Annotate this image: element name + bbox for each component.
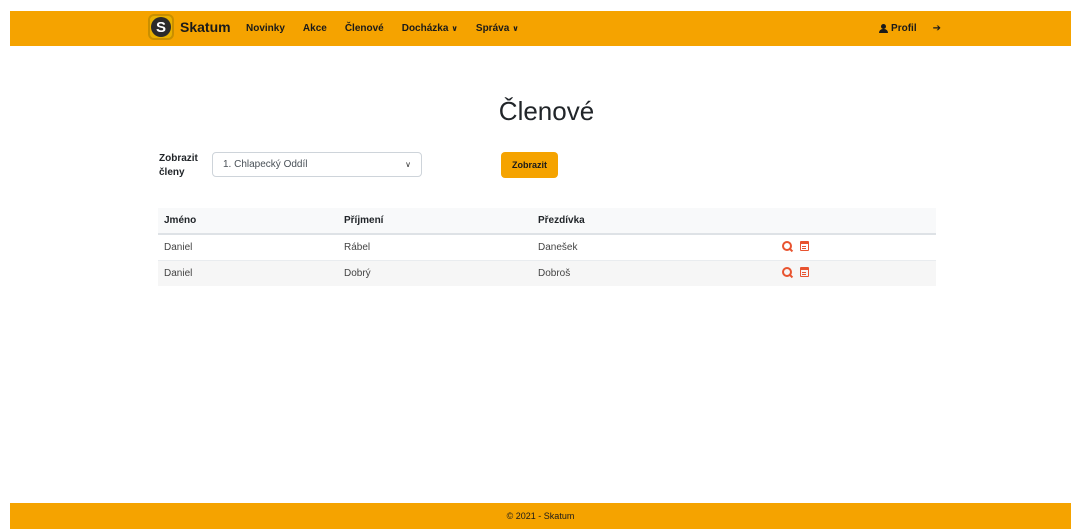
nav-item-label: Správa: [475, 23, 510, 34]
nav-item-clenove[interactable]: Členové: [345, 23, 384, 34]
nav-item-sprava[interactable]: Správa ∨: [476, 23, 519, 34]
nav-item-dochazka[interactable]: Docházka ∨: [402, 23, 458, 34]
members-table: Jméno Příjmení Přezdívka Daniel Rábel Da…: [158, 208, 936, 286]
calendar-icon[interactable]: [800, 241, 809, 251]
cell-last-name: Dobrý: [338, 260, 532, 286]
cell-actions: [776, 260, 936, 286]
nav-right: Profil ➔: [879, 11, 941, 46]
top-navbar: S Skatum Novinky Akce Členové Docházka ∨ …: [10, 11, 1071, 46]
search-icon[interactable]: [782, 240, 793, 252]
nav-item-akce[interactable]: Akce: [303, 23, 327, 34]
brand[interactable]: S Skatum: [148, 14, 231, 40]
footer-text: © 2021 - Skatum: [506, 511, 575, 521]
nav-links: Novinky Akce Členové Docházka ∨ Správa ∨: [246, 11, 537, 46]
group-select[interactable]: 1. Chlapecký Oddíl ∨: [212, 152, 422, 177]
group-select-value: 1. Chlapecký Oddíl: [223, 159, 308, 170]
user-icon: [879, 24, 889, 33]
nav-item-label: Docházka: [401, 23, 449, 34]
show-button[interactable]: Zobrazit: [501, 152, 558, 178]
nav-item-label: Členové: [344, 23, 384, 34]
column-header[interactable]: Přezdívka: [532, 208, 776, 235]
table-row: Daniel Dobrý Dobroš: [158, 260, 936, 286]
calendar-icon[interactable]: [800, 267, 809, 277]
brand-name[interactable]: Skatum: [180, 19, 231, 35]
table-row: Daniel Rábel Danešek: [158, 233, 936, 261]
logo-icon: S: [148, 14, 174, 40]
chevron-down-icon: ∨: [405, 160, 411, 169]
profile-link[interactable]: Profil: [879, 23, 917, 34]
table-header-row: Jméno Příjmení Přezdívka: [158, 208, 936, 235]
filter-label: Zobrazit členy: [159, 153, 198, 178]
nav-item-novinky[interactable]: Novinky: [246, 23, 285, 34]
sign-out-icon[interactable]: ➔: [933, 23, 941, 34]
chevron-down-icon: ∨: [512, 24, 519, 33]
cell-nickname: Danešek: [532, 233, 776, 261]
cell-first-name: Daniel: [158, 233, 338, 261]
footer: © 2021 - Skatum: [10, 503, 1071, 529]
cell-first-name: Daniel: [158, 260, 338, 286]
column-header[interactable]: Příjmení: [338, 208, 532, 235]
nav-item-label: Akce: [302, 23, 327, 34]
chevron-down-icon: ∨: [451, 24, 458, 33]
profile-label: Profil: [891, 23, 917, 34]
column-header[interactable]: Jméno: [158, 208, 338, 235]
cell-nickname: Dobroš: [532, 260, 776, 286]
search-icon[interactable]: [782, 266, 793, 278]
page-title: Členové: [498, 96, 595, 126]
cell-actions: [776, 233, 936, 261]
cell-last-name: Rábel: [338, 233, 532, 261]
column-header: [776, 208, 936, 235]
nav-item-label: Novinky: [246, 23, 285, 34]
